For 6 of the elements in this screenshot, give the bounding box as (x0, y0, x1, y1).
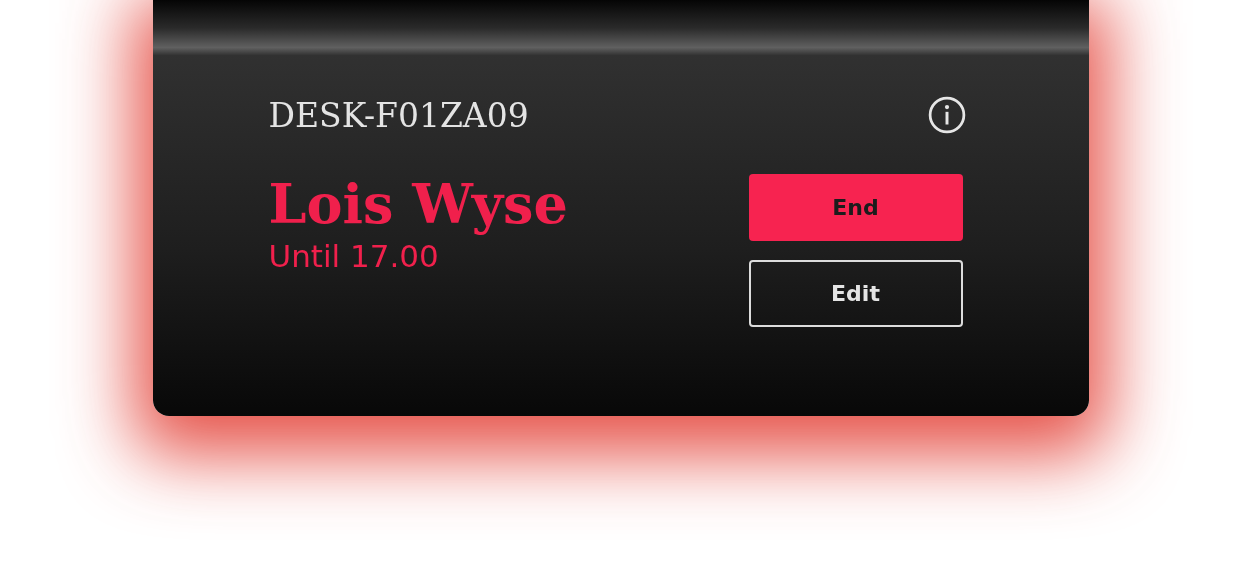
booker-name: Lois Wyse (268, 175, 568, 235)
edit-button[interactable]: Edit (748, 260, 963, 327)
info-icon[interactable] (927, 96, 966, 134)
end-button[interactable]: End (748, 174, 963, 241)
desk-title: DESK-F01ZA09 (268, 96, 530, 135)
booking-until: Until 17.00 (268, 238, 440, 275)
